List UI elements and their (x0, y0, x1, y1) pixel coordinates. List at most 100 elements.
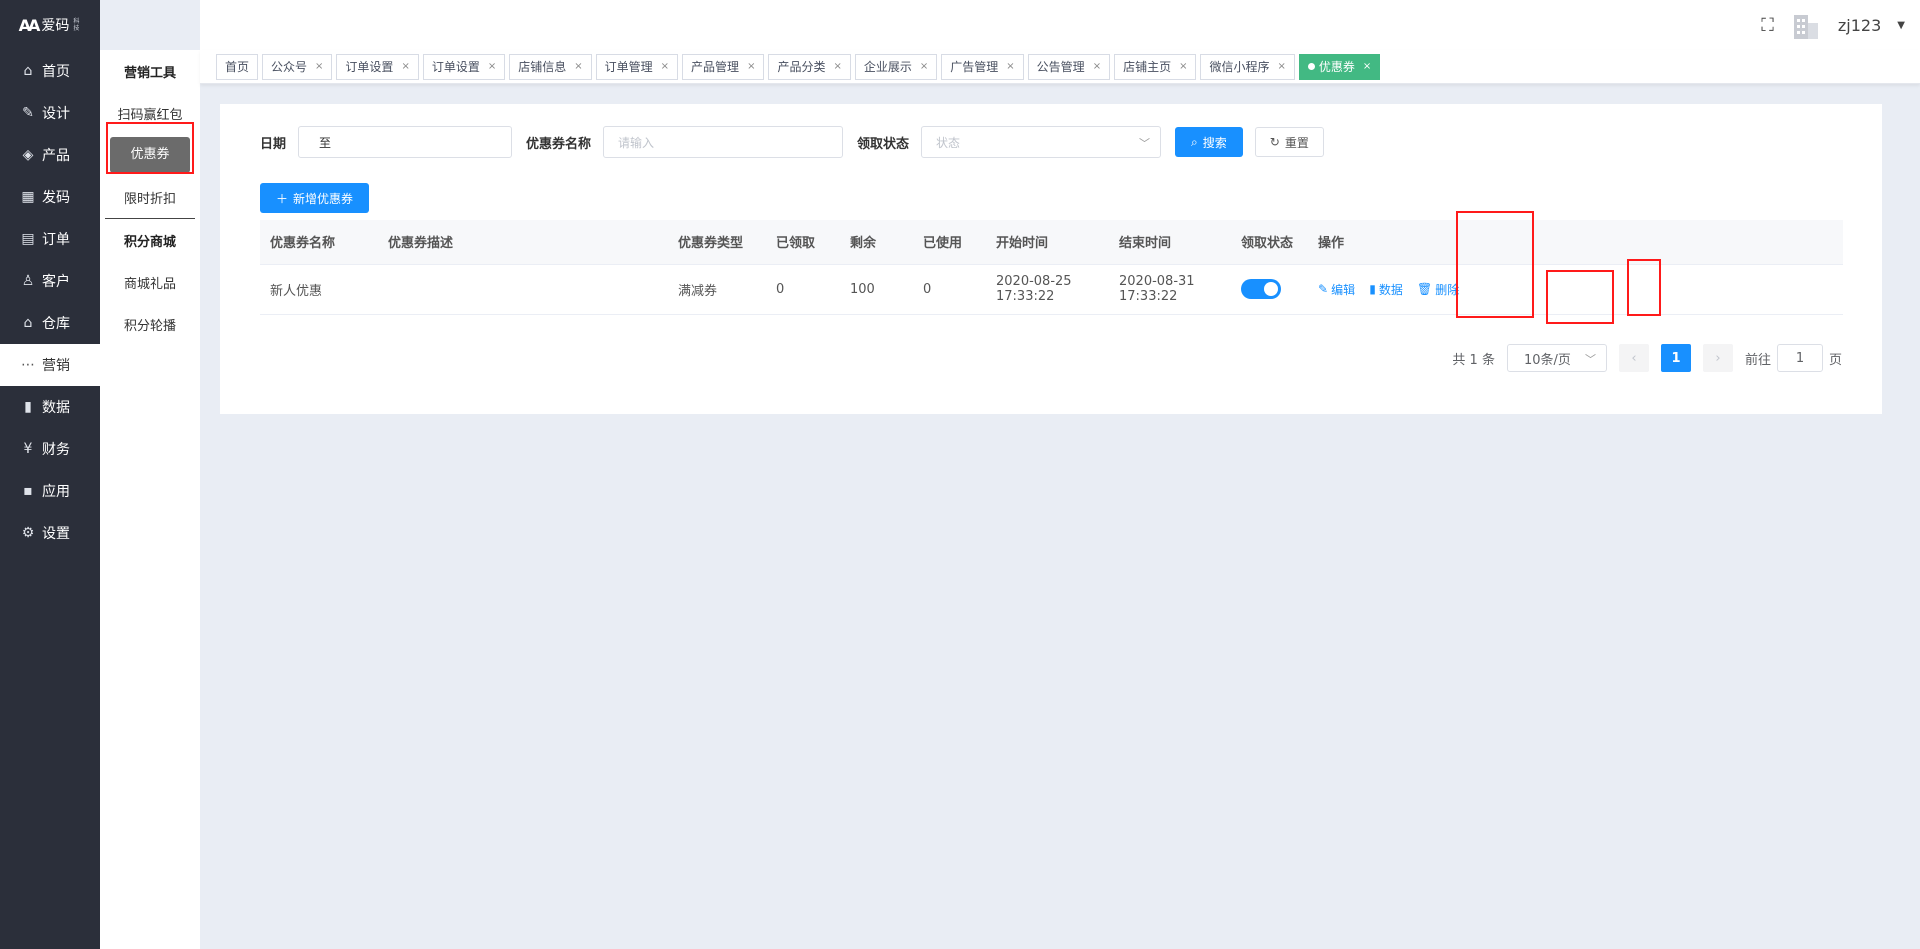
next-page-button[interactable]: › (1702, 344, 1733, 372)
nav-item-8[interactable]: ▮ 数据 (0, 386, 100, 428)
avatar[interactable] (1790, 9, 1822, 41)
main-sidebar: AA 爱码 科技 ⌂ 首页 ✎ 设计 ◈ 产品 ▦ 发码 ▤ 订单 ♙ 客户 ⌂ 仓库 ⋯ 营销 ▮ 数据 ¥ 财务 ▪… (0, 0, 100, 949)
close-icon[interactable]: × (747, 61, 755, 72)
subnav-item-label: 扫码赢红包 (117, 107, 183, 123)
close-icon[interactable]: × (1093, 61, 1101, 72)
status-placeholder: 状态 (936, 135, 961, 150)
add-coupon-button[interactable]: ＋ 新增优惠券 (260, 183, 370, 213)
tab-item[interactable]: 首页 (216, 53, 259, 80)
filter-bar: 日期 至 优惠券名称 请输入 领取状态 状态 ﹀ ⌕ 搜索 ↻ 重置 (260, 126, 1324, 158)
tab-label: 公告管理 (1036, 60, 1085, 74)
subnav-item-mall-gifts[interactable]: 商城礼品 (100, 261, 200, 303)
tab-item[interactable]: 优惠券 × (1298, 53, 1381, 80)
page-number[interactable]: 1 (1660, 344, 1691, 372)
close-icon[interactable]: × (1006, 61, 1014, 72)
close-icon[interactable]: × (574, 61, 582, 72)
search-button-label: 搜索 (1202, 135, 1227, 150)
chevron-down-icon: ﹀ (1139, 137, 1151, 150)
close-icon[interactable]: × (833, 61, 841, 72)
close-icon[interactable]: × (661, 61, 669, 72)
delete-link[interactable]: 🗑 删除 (1417, 281, 1459, 298)
tab-label: 店铺主页 (1123, 60, 1172, 74)
cell-actions: ✎ 编辑 ▮ 数据 🗑 删除 (1308, 264, 1843, 315)
username[interactable]: zj123 (1838, 16, 1881, 35)
nav-item-11[interactable]: ⚙ 设置 (0, 512, 100, 554)
subnav-item-flash-discount[interactable]: 限时折扣 (100, 176, 200, 218)
logo-text: 爱码 (41, 18, 70, 34)
close-icon[interactable]: × (1179, 61, 1187, 72)
chevron-down-icon: ﹀ (1584, 353, 1596, 366)
nav-item-2[interactable]: ◈ 产品 (0, 134, 100, 176)
qrcode-icon: ▦ (21, 189, 35, 205)
nav-item-1[interactable]: ✎ 设计 (0, 92, 100, 134)
nav-item-0[interactable]: ⌂ 首页 (0, 50, 100, 92)
prev-page-button[interactable]: ‹ (1618, 344, 1649, 372)
tab-item[interactable]: 产品分类 × (768, 53, 851, 80)
close-icon[interactable]: × (1278, 61, 1286, 72)
column-header: 结束时间 (1109, 220, 1231, 265)
add-coupon-label: 新增优惠券 (293, 191, 354, 206)
edit-link[interactable]: ✎ 编辑 (1318, 281, 1355, 298)
tab-label: 微信小程序 (1209, 60, 1270, 74)
search-icon: ⌕ (1191, 134, 1198, 149)
yen-icon: ¥ (23, 441, 33, 457)
tab-item[interactable]: 订单设置 × (336, 53, 419, 80)
tab-item[interactable]: 店铺信息 × (509, 53, 592, 80)
nav-item-label: 仓库 (42, 316, 70, 332)
nav-item-6[interactable]: ⌂ 仓库 (0, 302, 100, 344)
column-header: 优惠券名称 (260, 220, 378, 265)
close-icon[interactable]: × (401, 61, 409, 72)
coupon-panel: 日期 至 优惠券名称 请输入 领取状态 状态 ﹀ ⌕ 搜索 ↻ 重置 ＋ 新增优… (220, 104, 1882, 414)
tab-item[interactable]: 订单管理 × (595, 53, 679, 80)
page-size-select[interactable]: 10条/页 ﹀ (1506, 344, 1607, 372)
nav-item-3[interactable]: ▦ 发码 (0, 176, 100, 218)
date-range-input[interactable]: 至 (298, 126, 513, 158)
order-icon: ▤ (21, 231, 35, 247)
close-icon[interactable]: × (488, 61, 496, 72)
goto-suffix: 页 (1828, 352, 1842, 368)
table-row: 新人优惠 满减券 0 100 0 2020-08-25 17:33:22 202… (260, 264, 1843, 315)
tab-item[interactable]: 公告管理 × (1027, 53, 1111, 80)
search-button[interactable]: ⌕ 搜索 (1175, 127, 1243, 157)
edit-icon: ✎ (1318, 282, 1329, 296)
reset-button[interactable]: ↻ 重置 (1254, 127, 1324, 157)
coupon-name-input[interactable]: 请输入 (603, 126, 844, 158)
subnav-item-label: 积分轮播 (123, 318, 176, 334)
close-icon[interactable]: × (1363, 61, 1371, 72)
tab-item[interactable]: 店铺主页 × (1114, 53, 1197, 80)
status-select[interactable]: 状态 ﹀ (921, 126, 1162, 158)
fullscreen-icon[interactable]: ⛶ (1761, 15, 1774, 36)
page-size-value: 10条/页 (1523, 352, 1571, 368)
subnav-item-coupon[interactable]: 优惠券 (100, 134, 200, 176)
tab-item[interactable]: 公众号 × (262, 53, 333, 80)
tab-item[interactable]: 微信小程序 × (1200, 53, 1295, 80)
tab-item[interactable]: 企业展示 × (854, 53, 938, 80)
subnav-group-points-mall: 积分商城 (123, 234, 176, 250)
nav-item-4[interactable]: ▤ 订单 (0, 218, 100, 260)
nav-item-7[interactable]: ⋯ 营销 (0, 344, 100, 386)
caret-down-icon[interactable]: ▼ (1897, 20, 1905, 31)
tab-item[interactable]: 产品管理 × (682, 53, 765, 80)
nav-item-5[interactable]: ♙ 客户 (0, 260, 100, 302)
close-icon[interactable]: × (920, 61, 928, 72)
goto-page-input[interactable]: 1 (1776, 344, 1823, 372)
nav-item-label: 应用 (42, 484, 70, 500)
nav-item-10[interactable]: ▪ 应用 (0, 470, 100, 512)
subnav-item-points-carousel[interactable]: 积分轮播 (100, 303, 200, 345)
nav-item-9[interactable]: ¥ 财务 (0, 428, 100, 470)
cell-used: 0 (913, 264, 986, 315)
tab-item[interactable]: 订单设置 × (422, 53, 506, 80)
date-range-separator: 至 (319, 135, 332, 150)
column-header: 剩余 (840, 220, 913, 265)
data-link[interactable]: ▮ 数据 (1369, 281, 1403, 298)
subnav-item-scan-redpacket[interactable]: 扫码赢红包 (100, 92, 200, 134)
subnav-item-label: 限时折扣 (123, 191, 176, 207)
status-toggle[interactable] (1241, 279, 1281, 299)
close-icon[interactable]: × (315, 61, 323, 72)
tab-item[interactable]: 广告管理 × (941, 53, 1024, 80)
nav-item-label: 客户 (42, 274, 70, 290)
date-label: 日期 (260, 136, 287, 152)
nav-item-label: 设计 (42, 106, 70, 122)
pagination-total: 共 1 条 (1452, 352, 1495, 368)
tab-label: 产品分类 (777, 60, 826, 74)
